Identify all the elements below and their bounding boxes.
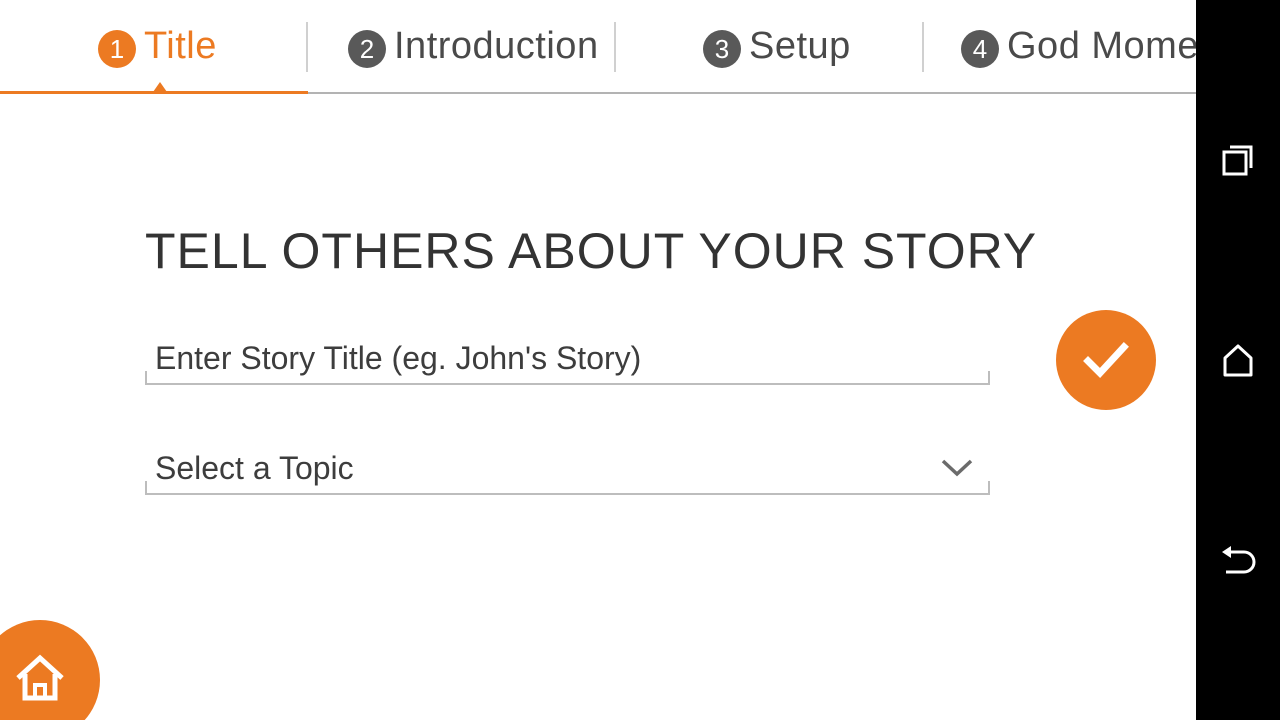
field-underline	[145, 371, 990, 385]
tab-separator	[922, 22, 924, 72]
back-icon	[1222, 546, 1256, 574]
tab-god-moment[interactable]: 4 God Moment	[961, 0, 1196, 92]
recent-apps-icon	[1222, 145, 1253, 176]
system-home-button[interactable]	[1218, 340, 1258, 380]
tab-separator	[306, 22, 308, 72]
tab-introduction[interactable]: 2 Introduction	[348, 0, 599, 92]
tab-label: Introduction	[394, 24, 599, 67]
system-nav-bar	[1196, 0, 1280, 720]
page-heading: TELL OTHERS ABOUT YOUR STORY	[145, 223, 1038, 279]
back-button[interactable]	[1218, 540, 1258, 580]
home-button[interactable]	[0, 620, 100, 720]
confirm-button[interactable]	[1056, 310, 1156, 410]
step-number-badge: 2	[348, 30, 386, 68]
topic-select[interactable]: Select a Topic	[145, 445, 990, 495]
step-tabs: 1 Title 2 Introduction 3 Setup 4 God Mom…	[0, 0, 1196, 94]
field-underline	[145, 481, 990, 495]
tab-label: Setup	[749, 24, 851, 67]
step-number-badge: 4	[961, 30, 999, 68]
tab-title[interactable]: 1 Title	[98, 0, 217, 92]
tab-setup[interactable]: 3 Setup	[703, 0, 851, 92]
checkmark-icon	[1083, 342, 1129, 379]
tab-label: Title	[144, 24, 217, 67]
recent-apps-button[interactable]	[1218, 140, 1258, 180]
tab-label: God Moment	[1007, 24, 1196, 67]
story-title-field[interactable]	[145, 335, 990, 385]
step-number-badge: 1	[98, 30, 136, 68]
tab-separator	[614, 22, 616, 72]
chevron-down-icon	[941, 459, 973, 477]
step-number-badge: 3	[703, 30, 741, 68]
home-icon	[16, 654, 64, 701]
nav-home-icon	[1223, 344, 1253, 377]
app-screen: 1 Title 2 Introduction 3 Setup 4 God Mom…	[0, 0, 1196, 720]
